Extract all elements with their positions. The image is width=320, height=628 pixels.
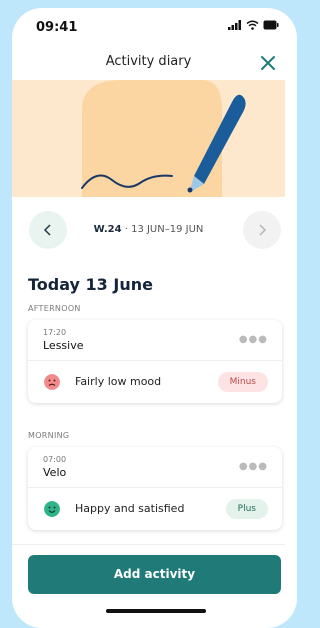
plus-badge: Plus <box>225 499 268 519</box>
activity-card[interactable]: 07:00 Velo ●●● Happy and satisfied Plus <box>28 447 282 530</box>
divider <box>12 544 285 545</box>
minus-badge: Minus <box>217 372 268 392</box>
home-indicator <box>106 609 206 613</box>
activity-name: Velo <box>43 466 67 479</box>
mood-row: Fairly low mood Minus <box>28 361 282 403</box>
add-activity-button[interactable]: Add activity <box>28 555 281 594</box>
mood-row: Happy and satisfied Plus <box>28 488 282 530</box>
activity-header: 17:20 Lessive ●●● <box>28 320 282 361</box>
activity-card[interactable]: 17:20 Lessive ●●● Fairly low mood Minus <box>28 320 282 403</box>
status-time: 09:41 <box>36 20 78 35</box>
mood-label: Happy and satisfied <box>75 502 185 515</box>
week-selector: W.24 · 13 JUN–19 JUN <box>12 197 285 267</box>
activity-time: 07:00 <box>43 455 67 464</box>
day-heading: Today 13 June <box>28 275 153 294</box>
next-week-button[interactable] <box>243 211 281 249</box>
close-icon[interactable] <box>257 52 279 74</box>
phone-screen: 09:41 Activity diary W.24 · 13 JUN–19 JU… <box>12 8 297 628</box>
section-morning-label: MORNING <box>28 431 70 440</box>
more-options-icon[interactable]: ●●● <box>239 334 268 345</box>
activity-time: 17:20 <box>43 328 67 337</box>
signal-icon <box>228 20 241 30</box>
section-afternoon-label: AFTERNOON <box>28 304 81 313</box>
happy-face-icon <box>44 501 60 517</box>
sad-face-icon <box>44 374 60 390</box>
chevron-right-icon <box>259 224 267 236</box>
status-icons <box>228 20 279 30</box>
status-bar: 09:41 <box>12 8 285 44</box>
header: Activity diary <box>12 48 285 78</box>
diary-illustration <box>12 80 285 197</box>
week-range: · 13 JUN–19 JUN <box>121 224 204 235</box>
mood-label: Fairly low mood <box>75 375 162 388</box>
wifi-icon <box>246 20 259 30</box>
activity-name: Lessive <box>43 339 84 352</box>
battery-icon <box>263 20 279 30</box>
pen-illustration <box>81 80 246 197</box>
activity-header: 07:00 Velo ●●● <box>28 447 282 488</box>
page-title: Activity diary <box>105 54 192 69</box>
more-options-icon[interactable]: ●●● <box>239 461 268 472</box>
week-code: W.24 <box>93 224 122 235</box>
